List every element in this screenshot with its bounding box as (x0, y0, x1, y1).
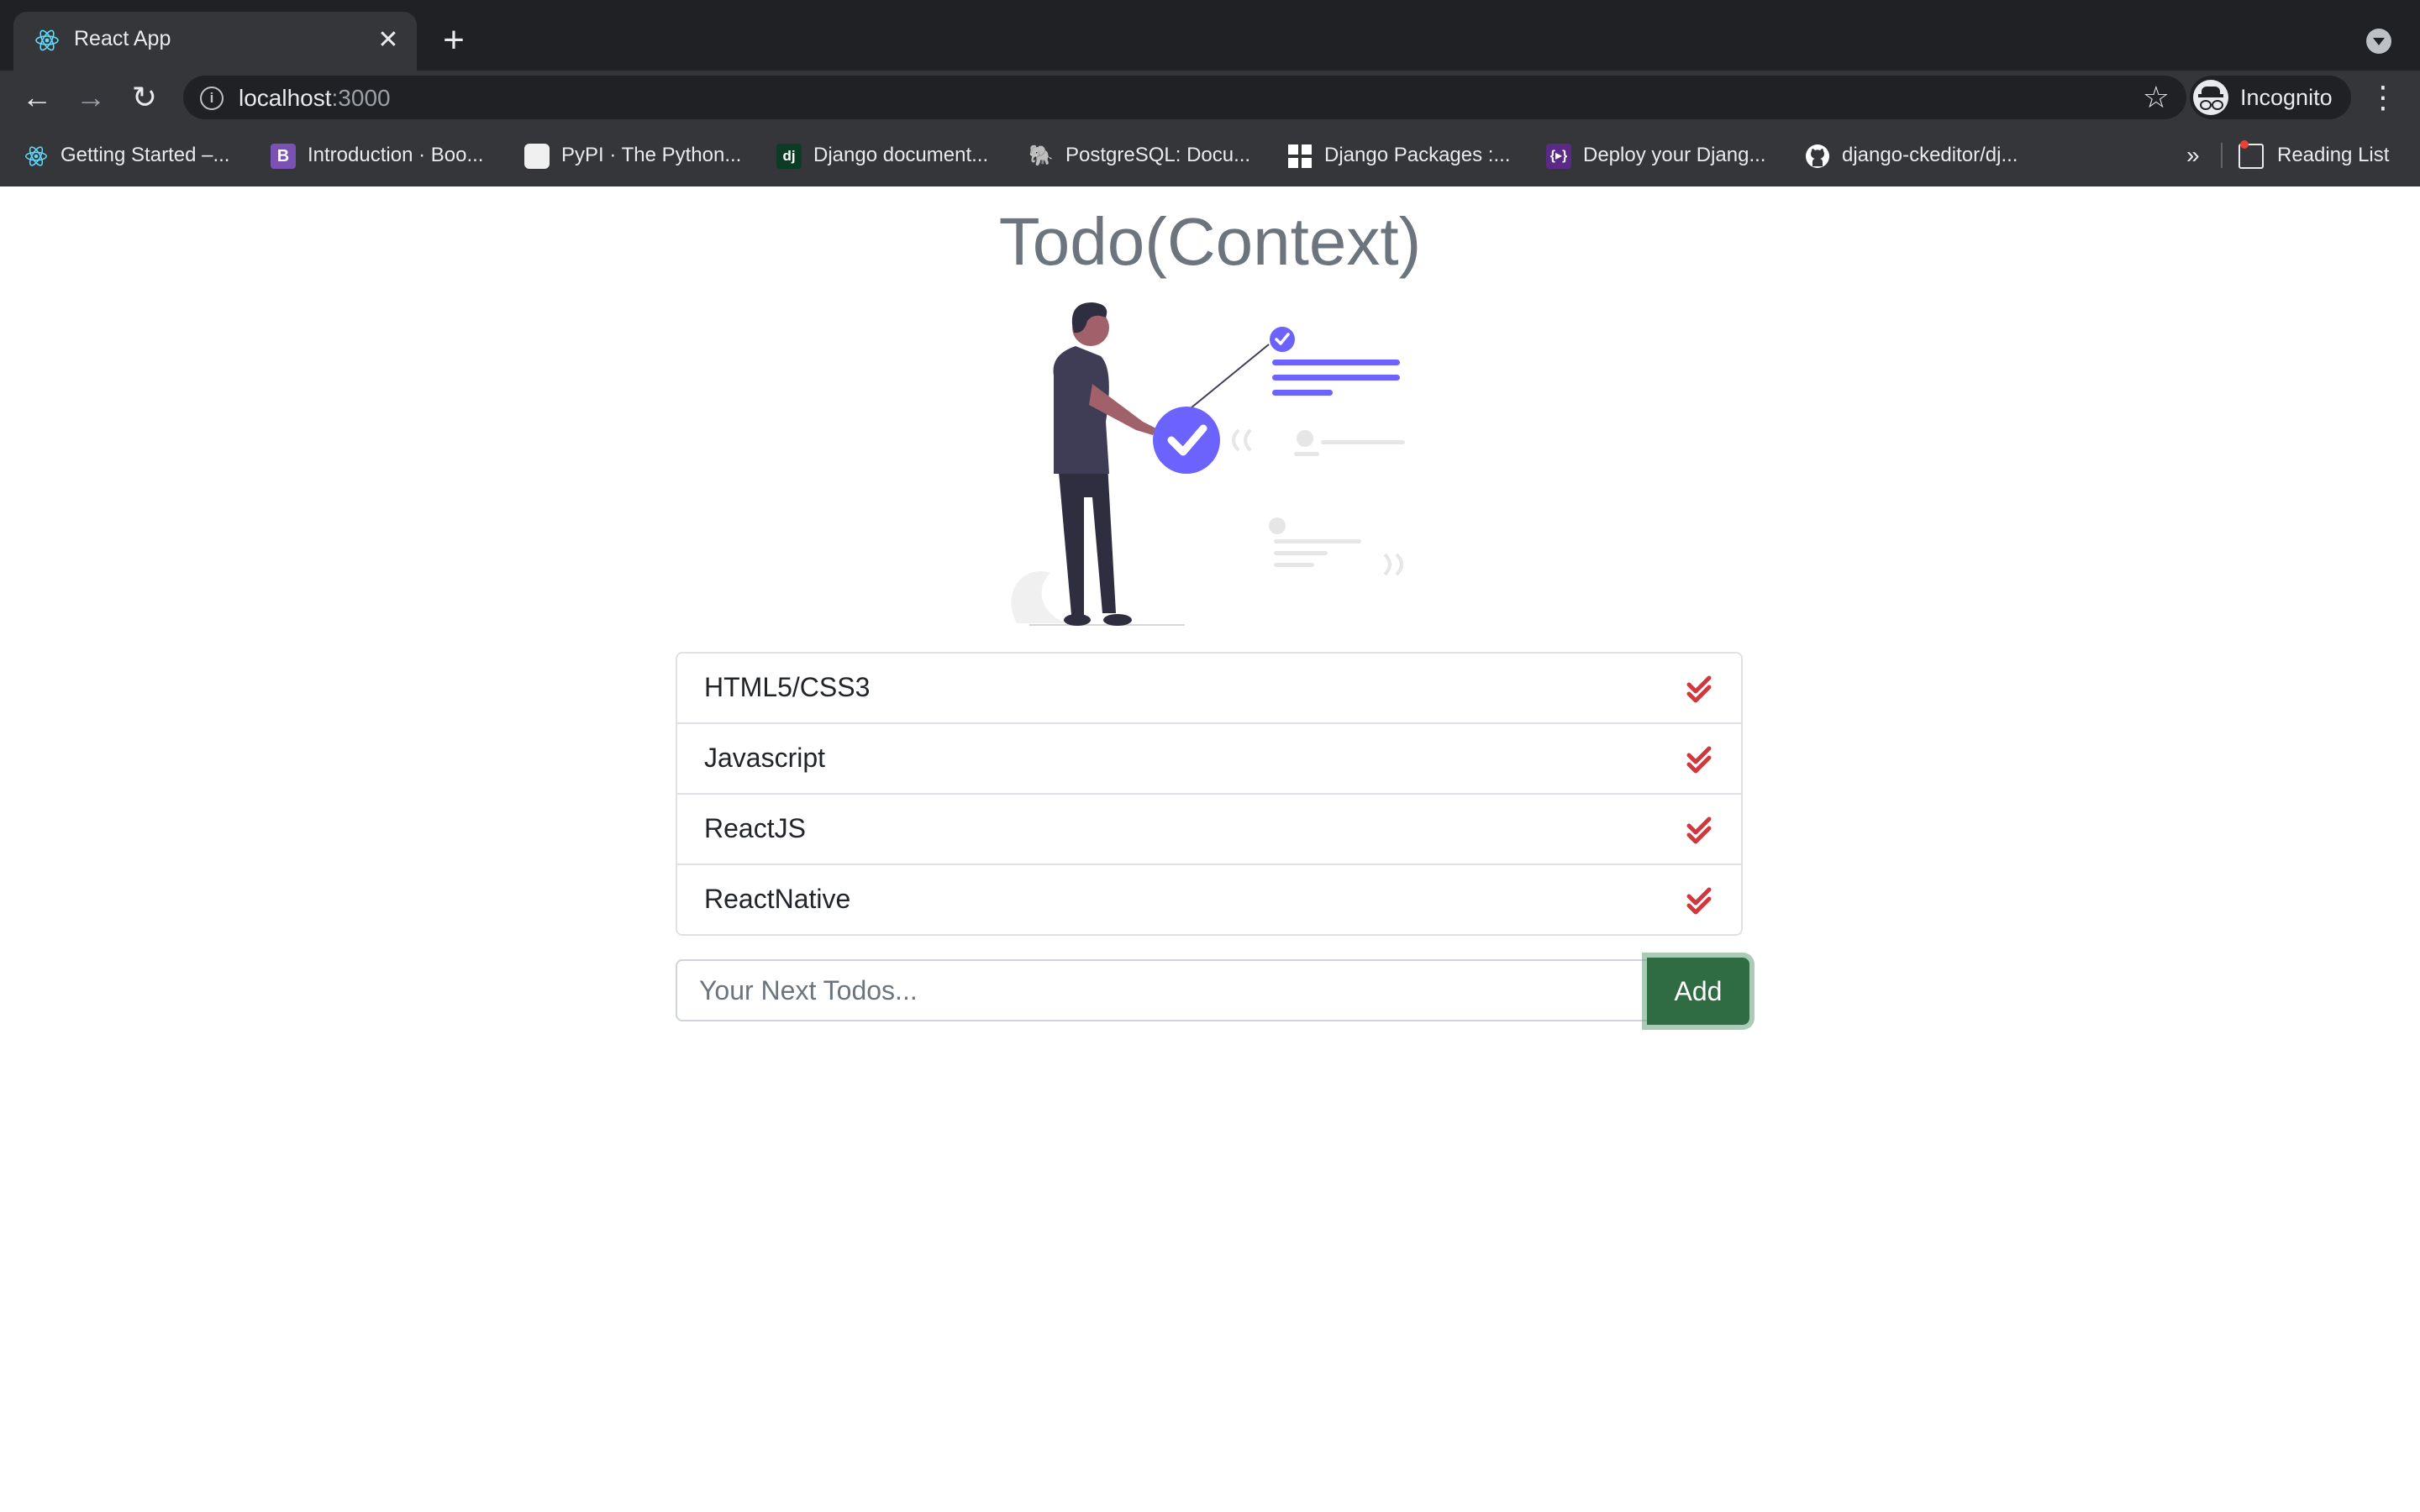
bookmark-label: Introduction · Boo... (308, 144, 484, 166)
bootstrap-icon: B (271, 143, 296, 169)
forward-arrow-icon[interactable]: → (71, 77, 111, 118)
todo-item: HTML5/CSS3 (677, 654, 1741, 724)
bookmark-pypi[interactable]: PyPI · The Python... (524, 141, 741, 170)
todo-text: Javascript (704, 743, 826, 773)
pypi-cube-icon (524, 143, 550, 169)
bookmark-ckeditor[interactable]: django-ckeditor/dj... (1805, 141, 2018, 170)
bookmark-getting-started[interactable]: Getting Started –... (24, 141, 229, 170)
bookmark-django-packages[interactable]: Django Packages :... (1287, 141, 1510, 170)
double-check-icon[interactable] (1686, 744, 1716, 774)
todo-list: HTML5/CSS3 Javascript ReactJS ReactNativ… (676, 652, 1743, 936)
todo-item: ReactNative (677, 865, 1741, 934)
bookmark-label: PostgreSQL: Docu... (1065, 144, 1251, 166)
react-icon (35, 29, 59, 51)
bookmarks-overflow-chevron[interactable]: » (2186, 141, 2200, 170)
url-text[interactable]: localhost:3000 (239, 85, 391, 112)
add-button[interactable]: Add (1647, 958, 1749, 1025)
incognito-icon (2193, 80, 2228, 115)
new-tab-icon[interactable]: + (434, 22, 474, 62)
todo-input[interactable] (676, 959, 1649, 1021)
bookmark-label: django-ckeditor/dj... (1842, 144, 2018, 166)
grid-icon (1287, 144, 1313, 169)
close-tab-icon[interactable]: ✕ (371, 24, 405, 57)
double-check-icon[interactable] (1686, 885, 1716, 916)
browser-toolbar: ← → ↻ i localhost:3000 ☆ Incognito ⋮ (0, 71, 2420, 124)
bookmark-django-docs[interactable]: dj Django document... (776, 141, 988, 170)
incognito-profile-button[interactable]: Incognito (2190, 76, 2351, 119)
deploy-icon: {▸} (1546, 143, 1571, 169)
reading-list-icon (2238, 139, 2264, 169)
django-icon: dj (776, 143, 802, 169)
todo-text: ReactNative (704, 884, 851, 914)
postgresql-elephant-icon: 🐘 (1028, 144, 1054, 167)
site-info-icon[interactable]: i (200, 87, 224, 110)
github-icon (1805, 144, 1830, 169)
url-port: :3000 (331, 85, 391, 111)
page-title: Todo(Context) (998, 204, 1422, 279)
reading-list-button[interactable]: Reading List (2238, 139, 2390, 170)
kebab-menu-icon[interactable]: ⋮ (2368, 77, 2398, 118)
bookmark-label: Getting Started –... (60, 144, 230, 166)
todo-text: ReactJS (704, 813, 806, 843)
double-check-icon[interactable] (1686, 674, 1716, 704)
tab-react-app[interactable]: React App ✕ (13, 12, 417, 71)
page-content: Todo(Context) HTML5/CSS3 Javascript Reac… (0, 186, 2420, 1512)
bookmark-label: Django Packages :... (1324, 144, 1511, 166)
tab-title: React App (74, 27, 171, 50)
bookmark-postgresql[interactable]: 🐘 PostgreSQL: Docu... (1028, 141, 1250, 170)
incognito-label: Incognito (2240, 85, 2333, 110)
bookmarks-divider (2221, 143, 2223, 168)
todo-item: ReactJS (677, 795, 1741, 865)
bookmark-star-icon[interactable]: ☆ (2143, 81, 2170, 114)
tab-strip: React App ✕ + (0, 0, 2420, 71)
reading-list-label: Reading List (2277, 144, 2390, 166)
bookmark-label: PyPI · The Python... (561, 144, 742, 166)
todo-illustration (1011, 302, 1405, 626)
back-arrow-icon[interactable]: ← (17, 77, 57, 118)
bookmarks-bar: Getting Started –... B Introduction · Boo… (0, 124, 2420, 187)
bookmark-bootstrap[interactable]: B Introduction · Boo... (271, 141, 483, 170)
reload-icon[interactable]: ↻ (124, 77, 165, 118)
react-icon (24, 144, 49, 169)
add-todo-form: Add (676, 958, 1749, 1025)
tab-search-icon[interactable] (2366, 29, 2391, 54)
todo-item: Javascript (677, 724, 1741, 795)
bookmark-label: Deploy your Djang... (1583, 144, 1766, 166)
url-host: localhost (239, 85, 332, 111)
todo-text: HTML5/CSS3 (704, 672, 871, 702)
bookmark-deploy-django[interactable]: {▸} Deploy your Djang... (1546, 141, 1765, 170)
address-bar[interactable]: i localhost:3000 ☆ (183, 76, 2186, 119)
double-check-icon[interactable] (1686, 815, 1716, 845)
bookmark-label: Django document... (813, 144, 989, 166)
